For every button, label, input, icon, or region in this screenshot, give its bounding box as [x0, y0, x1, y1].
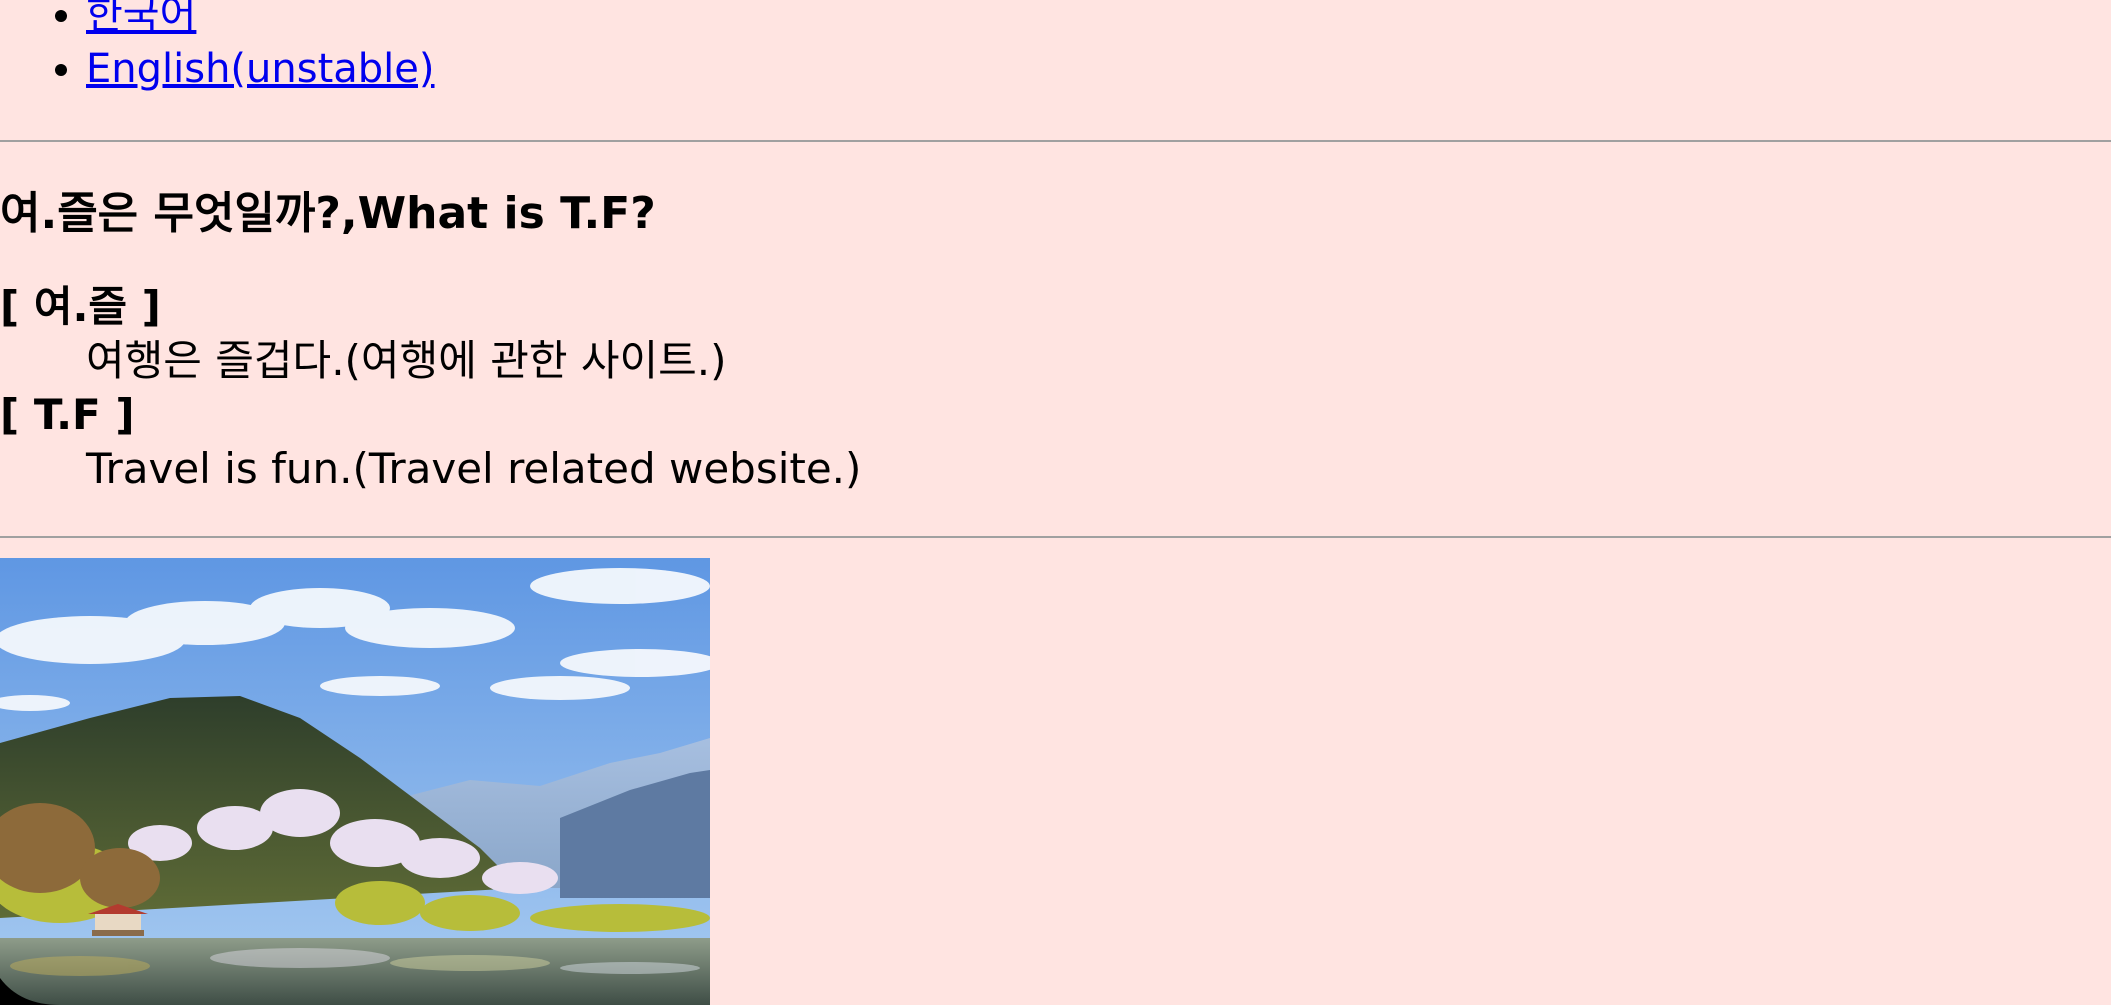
language-link-korean[interactable]: 한국어 — [86, 0, 196, 38]
definition-description-korean: 여행은 즐겁다.(여행에 관한 사이트.) — [86, 336, 727, 385]
page-title: 여.즐은 무엇일까?,What is T.F? — [0, 188, 656, 239]
top-divider — [0, 140, 2111, 142]
language-link-english[interactable]: English(unstable) — [86, 46, 435, 92]
bottom-divider — [0, 536, 2111, 538]
definition-list: [ 여.즐 ] 여행은 즐겁다.(여행에 관한 사이트.) [ T.F ] Tr… — [0, 280, 861, 496]
language-item-english: English(unstable) — [86, 42, 435, 96]
definition-term-korean: [ 여.즐 ] — [0, 282, 161, 331]
language-item-korean: 한국어 — [86, 0, 435, 42]
landscape-photo — [0, 558, 710, 1005]
definition-term-english: [ T.F ] — [0, 390, 135, 439]
landscape-illustration — [0, 558, 710, 1005]
definition-description-english: Travel is fun.(Travel related website.) — [86, 444, 862, 493]
language-list: 한국어 English(unstable) — [0, 0, 435, 96]
